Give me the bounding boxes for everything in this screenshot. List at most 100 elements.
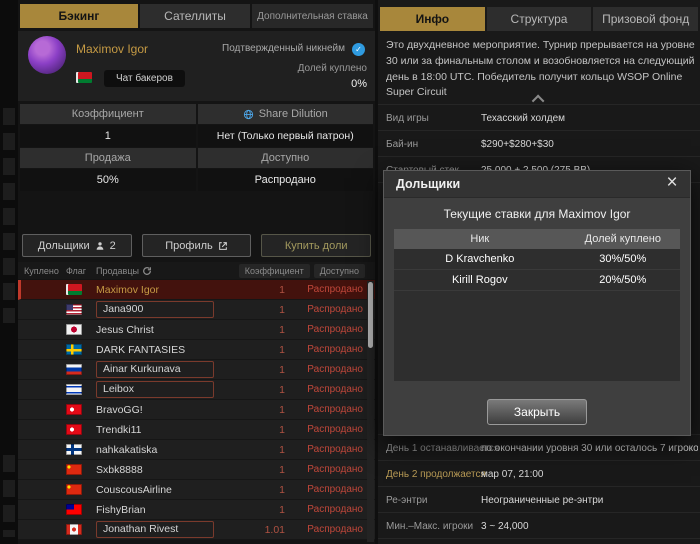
tab-prize-pool[interactable]: Призовой фонд — [593, 7, 699, 31]
background-row-stubs — [3, 455, 15, 537]
background-row-stubs — [3, 108, 15, 323]
avatar[interactable] — [28, 36, 66, 74]
close-icon[interactable]: × — [662, 172, 682, 194]
seller-row[interactable]: FishyBrian 1 Распродано — [18, 500, 375, 520]
seller-row[interactable]: Sxbk8888 1 Распродано — [18, 460, 375, 480]
seller-row[interactable]: CouscousAirline 1 Распродано — [18, 480, 375, 500]
seller-row[interactable]: Jesus Christ 1 Распродано — [18, 320, 375, 340]
tab-satellites[interactable]: Сателлиты — [140, 4, 250, 28]
stake-row: Kirill Rogov 20%/50% — [394, 270, 680, 291]
buy-shares-button[interactable]: Купить доли — [261, 234, 372, 257]
player-profile: Maximov Igor Подтвержденный никнейм ✓ Ча… — [18, 31, 375, 101]
seller-row[interactable]: Jonathan Rivest 1.01 Распродано — [18, 520, 375, 540]
info-row: День 1 останавливается по окончании уровн… — [378, 435, 700, 461]
stake-nick: D Kravchenko — [445, 253, 515, 265]
stakes-table-header: Ник Долей куплено — [394, 229, 680, 249]
seller-row[interactable]: DARK FANTASIES 1 Распродано — [18, 340, 375, 360]
available-value: Распродано — [197, 169, 373, 191]
coefficient-stat-value: 1 — [20, 125, 196, 147]
belarus-flag-icon — [76, 72, 92, 83]
header-coefficient[interactable]: Коэффициент — [238, 263, 310, 278]
header-available[interactable]: Доступно — [313, 263, 365, 278]
seller-name: BravoGG! — [96, 403, 143, 416]
coefficient-cell: 1 — [279, 383, 285, 396]
availability-cell: Распродано — [307, 444, 363, 455]
availability-cell: Распродано — [307, 324, 363, 335]
taiwan-flag-icon — [66, 504, 82, 515]
availability-cell: Распродано — [307, 464, 363, 475]
header-sellers: Продавцы — [96, 265, 139, 276]
availability-cell: Распродано — [307, 404, 363, 415]
seller-name: FishyBrian — [96, 503, 146, 516]
refresh-icon[interactable] — [142, 266, 152, 276]
seller-row[interactable]: Maximov Igor 1 Распродано — [18, 280, 375, 300]
coefficient-cell: 1 — [279, 283, 285, 296]
verified-nickname: Подтвержденный никнейм — [222, 43, 345, 54]
availability-cell: Распродано — [307, 524, 363, 535]
profile-button[interactable]: Профиль — [141, 234, 252, 257]
shareholders-count: 2 — [109, 239, 116, 252]
sale-header: Продажа — [20, 148, 196, 168]
tab-structure[interactable]: Структура — [486, 7, 592, 31]
info-value: мар 07, 21:00 — [481, 469, 544, 480]
seller-row[interactable]: Trendki11 1 Распродано — [18, 420, 375, 440]
stake-row: D Kravchenko 30%/50% — [394, 249, 680, 270]
belarus-flag-icon — [66, 284, 82, 295]
stake-shares: 30%/50% — [599, 253, 647, 265]
seller-name: Trendki11 — [96, 423, 142, 436]
flag-cell — [66, 504, 96, 515]
seller-name: Jonathan Rivest — [96, 521, 249, 538]
seller-row[interactable]: Jana900 1 Распродано — [18, 300, 375, 320]
seller-row[interactable]: BravoGG! 1 Распродано — [18, 400, 375, 420]
info-label: Мин.–Макс. игроки — [386, 521, 474, 532]
header-flag: Флаг — [66, 265, 87, 276]
left-tab-bar: Бэкинг Сателлиты Дополнительная ставка — [20, 4, 373, 28]
sale-value: 50% — [20, 169, 196, 191]
seller-name: CouscousAirline — [96, 483, 172, 496]
verified-badge-icon: ✓ — [352, 43, 365, 56]
availability-cell: Распродано — [307, 384, 363, 395]
tab-additional-bet[interactable]: Дополнительная ставка — [252, 4, 373, 28]
seller-row[interactable]: nahkakatiska 1 Распродано — [18, 440, 375, 460]
coefficient-cell: 1.01 — [264, 523, 285, 536]
share-dilution-value: Нет (Только первый патрон) — [197, 125, 373, 147]
right-tab-bar: Инфо Структура Призовой фонд — [380, 7, 699, 31]
share-dilution-header: Share Dilution — [197, 104, 373, 124]
info-label: Бай-ин — [386, 139, 419, 150]
seller-row[interactable]: Ainar Kurkunava 1 Распродано — [18, 360, 375, 380]
coefficient-cell: 1 — [279, 443, 285, 456]
seller-name: Leibox — [96, 381, 249, 398]
profile-button-label: Профиль — [165, 239, 213, 252]
canada-flag-icon — [66, 524, 82, 535]
coefficient-cell: 1 — [279, 423, 285, 436]
sellers-scrollbar[interactable] — [367, 281, 374, 542]
close-button[interactable]: Закрыть — [487, 399, 587, 425]
modal-title: Дольщики — [396, 177, 461, 191]
verified-label: Подтвержденный никнейм — [222, 43, 345, 54]
turkey-flag-icon — [66, 424, 82, 435]
modal-header: Дольщики × — [384, 171, 690, 198]
flag-cell — [66, 364, 96, 375]
tab-info[interactable]: Инфо — [380, 7, 485, 31]
coefficient-cell: 1 — [279, 303, 285, 316]
seller-row[interactable]: Leibox 1 Распродано — [18, 380, 375, 400]
seller-name: Jana900 — [96, 301, 249, 318]
turkey-flag-icon — [66, 404, 82, 415]
china-flag-icon — [66, 464, 82, 475]
flag-cell — [66, 344, 96, 355]
backers-chat-button[interactable]: Чат бакеров — [104, 70, 185, 87]
coefficient-cell: 1 — [279, 363, 285, 376]
header-bought: Куплено — [24, 265, 59, 276]
share-dilution-label: Share Dilution — [258, 108, 328, 120]
finland-flag-icon — [66, 444, 82, 455]
available-header: Доступно — [197, 148, 373, 168]
scrollbar-thumb[interactable] — [368, 282, 373, 348]
shareholders-button[interactable]: Дольщики 2 — [22, 234, 132, 257]
tab-backing[interactable]: Бэкинг — [20, 4, 138, 28]
availability-cell: Распродано — [307, 284, 363, 295]
japan-flag-icon — [66, 324, 82, 335]
shareholders-button-label: Дольщики — [37, 239, 90, 252]
stats-grid: Коэффициент Share Dilution 1 Нет (Только… — [20, 104, 373, 191]
flag-cell — [66, 324, 96, 335]
seller-name: DARK FANTASIES — [96, 343, 186, 356]
